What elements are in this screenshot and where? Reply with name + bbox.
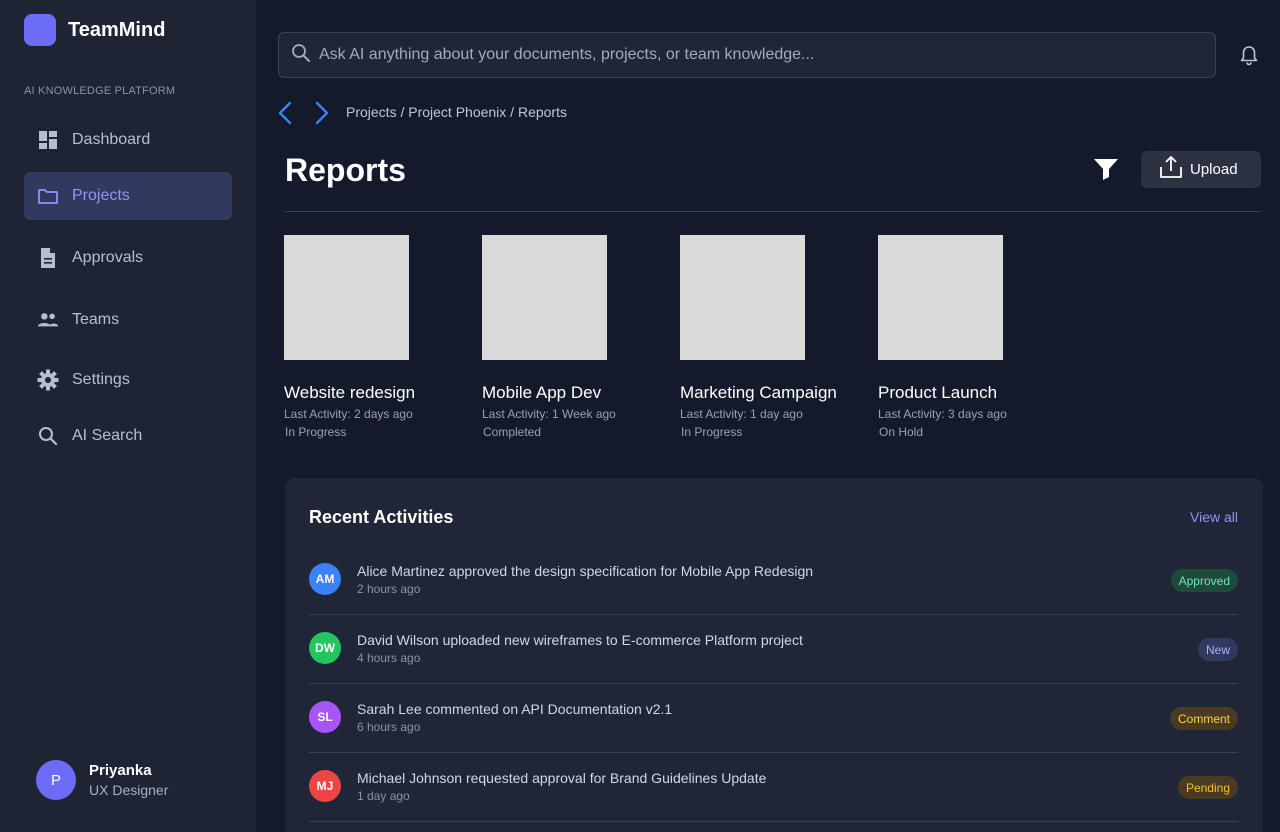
status-badge: Approved bbox=[1170, 569, 1238, 592]
user-role: UX Designer bbox=[89, 782, 169, 798]
brand-logo bbox=[24, 14, 56, 46]
sidebar-item-label: Settings bbox=[72, 371, 130, 388]
app-name: TeamMind bbox=[68, 18, 166, 41]
upload-button[interactable]: Upload bbox=[1141, 151, 1261, 188]
project-thumbnail bbox=[482, 235, 607, 360]
status-badge: New bbox=[1197, 638, 1238, 661]
project-card[interactable]: Product Launch Last Activity: 3 days ago… bbox=[878, 235, 1038, 439]
sidebar: TeamMind AI KNOWLEDGE PLATFORM Dashboard… bbox=[0, 0, 256, 832]
project-title: Product Launch bbox=[878, 383, 998, 402]
search-icon bbox=[37, 425, 59, 447]
sidebar-item-label: Teams bbox=[72, 311, 120, 328]
sidebar-item-approvals[interactable]: Approvals bbox=[24, 234, 232, 282]
recent-activities-panel: Recent Activities View all AM Alice Mart… bbox=[285, 478, 1263, 832]
activity-text: David Wilson uploaded new wireframes to … bbox=[357, 632, 803, 648]
filter-icon[interactable] bbox=[1092, 155, 1120, 183]
brand[interactable]: TeamMind bbox=[24, 14, 165, 46]
activity-text: Michael Johnson requested approval for B… bbox=[357, 770, 767, 786]
breadcrumb[interactable]: Projects / Project Phoenix / Reports bbox=[346, 104, 567, 120]
project-card[interactable]: Marketing Campaign Last Activity: 1 day … bbox=[680, 235, 840, 439]
back-arrow-icon[interactable] bbox=[274, 100, 298, 126]
sidebar-item-label: AI Search bbox=[72, 427, 143, 444]
forward-arrow-icon[interactable] bbox=[309, 100, 333, 126]
project-thumbnail bbox=[878, 235, 1003, 360]
project-card[interactable]: Mobile App Dev Last Activity: 1 Week ago… bbox=[482, 235, 642, 439]
sidebar-item-label: Approvals bbox=[72, 249, 144, 266]
view-all-link[interactable]: View all bbox=[1190, 509, 1238, 525]
project-card[interactable]: Website redesign Last Activity: 2 days a… bbox=[284, 235, 444, 439]
section-title: Recent Activities bbox=[309, 507, 454, 527]
project-title: Website redesign bbox=[284, 383, 416, 402]
search-icon bbox=[291, 43, 311, 68]
activity-item[interactable]: DW David Wilson uploaded new wireframes … bbox=[309, 615, 1238, 684]
user-profile[interactable]: P Priyanka UX Designer bbox=[36, 760, 168, 800]
avatar: P bbox=[36, 760, 76, 800]
project-thumbnail bbox=[680, 235, 805, 360]
avatar: MJ bbox=[309, 770, 341, 802]
project-activity: Last Activity: 1 day ago bbox=[680, 407, 803, 421]
project-title: Marketing Campaign bbox=[680, 383, 837, 402]
search-input[interactable] bbox=[319, 46, 1215, 64]
activity-time: 4 hours ago bbox=[357, 651, 421, 665]
avatar: DW bbox=[309, 632, 341, 664]
document-icon bbox=[37, 247, 59, 269]
gear-icon bbox=[37, 369, 59, 391]
project-thumbnail bbox=[284, 235, 409, 360]
status-badge: Comment bbox=[1169, 707, 1238, 730]
activity-text: Alice Martinez approved the design speci… bbox=[357, 563, 814, 579]
avatar: AM bbox=[309, 563, 341, 595]
avatar: SL bbox=[309, 701, 341, 733]
sidebar-item-dashboard[interactable]: Dashboard bbox=[24, 116, 232, 164]
upload-icon bbox=[1158, 154, 1184, 185]
page-title: Reports bbox=[285, 152, 406, 188]
folder-icon bbox=[37, 185, 59, 207]
project-status: In Progress bbox=[285, 425, 347, 439]
sidebar-item-label: Projects bbox=[72, 187, 130, 204]
activity-time: 6 hours ago bbox=[357, 720, 421, 734]
activity-time: 1 day ago bbox=[357, 789, 410, 803]
upload-label: Upload bbox=[1190, 161, 1238, 178]
status-badge: Pending bbox=[1177, 776, 1238, 799]
project-status: On Hold bbox=[879, 425, 924, 439]
activity-item[interactable]: MJ Michael Johnson requested approval fo… bbox=[309, 753, 1238, 822]
project-activity: Last Activity: 3 days ago bbox=[878, 407, 1007, 421]
activity-time: 2 hours ago bbox=[357, 582, 421, 596]
header-divider bbox=[285, 211, 1261, 212]
sidebar-item-settings[interactable]: Settings bbox=[24, 356, 232, 404]
sidebar-item-ai-search[interactable]: AI Search bbox=[24, 412, 232, 460]
bell-icon[interactable] bbox=[1238, 44, 1260, 66]
dashboard-icon bbox=[37, 129, 59, 151]
sidebar-caption: AI KNOWLEDGE PLATFORM bbox=[24, 85, 176, 97]
sidebar-item-teams[interactable]: Teams bbox=[24, 296, 232, 344]
project-title: Mobile App Dev bbox=[482, 383, 602, 402]
search-bar bbox=[278, 32, 1216, 78]
project-activity: Last Activity: 1 Week ago bbox=[482, 407, 616, 421]
project-status: In Progress bbox=[681, 425, 743, 439]
activity-item[interactable]: AM Alice Martinez approved the design sp… bbox=[309, 546, 1238, 615]
project-activity: Last Activity: 2 days ago bbox=[284, 407, 413, 421]
sidebar-item-label: Dashboard bbox=[72, 131, 151, 148]
project-status: Completed bbox=[483, 425, 542, 439]
people-icon bbox=[37, 309, 59, 331]
sidebar-item-projects[interactable]: Projects bbox=[24, 172, 232, 220]
activity-text: Sarah Lee commented on API Documentation… bbox=[357, 701, 673, 717]
user-name: Priyanka bbox=[89, 762, 152, 779]
activity-item[interactable]: SL Sarah Lee commented on API Documentat… bbox=[309, 684, 1238, 753]
